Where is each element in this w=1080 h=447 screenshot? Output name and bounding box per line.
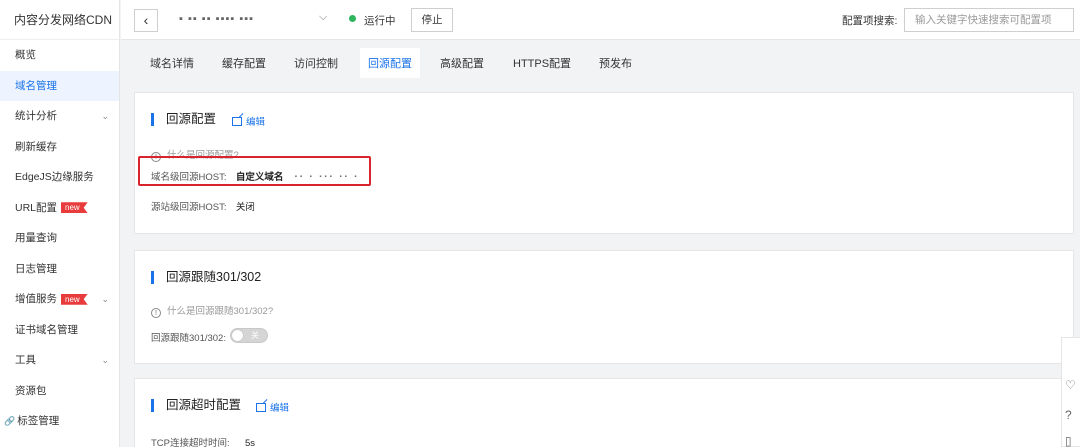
new-badge: new — [61, 202, 88, 214]
sidebar-item-label: 增值服务 — [15, 293, 57, 305]
chevron-left-icon: ‹ — [143, 12, 149, 28]
sidebar-item-label: 用量查询 — [15, 232, 57, 244]
sidebar-item-resource-package[interactable]: 资源包 — [0, 376, 119, 407]
heart-icon[interactable]: ♡ — [1065, 378, 1076, 392]
sidebar-item-refresh-cache[interactable]: 刷新缓存 — [0, 132, 119, 163]
sidebar-item-label: 证书域名管理 — [15, 323, 78, 336]
domain-selector[interactable]: ▪ ▪▪ ▪▪ ▪▪▪▪ ▪▪▪ — [179, 13, 254, 25]
sidebar-item-value-added[interactable]: 增值服务 new ⌄ — [0, 284, 119, 315]
search-input[interactable] — [904, 8, 1074, 32]
sidebar-nav: 概览 域名管理 统计分析 ⌄ 刷新缓存 EdgeJS边缘服务 URL配置 new 用量查询 日志管… — [0, 40, 119, 437]
search-label: 配置项搜索: — [842, 15, 898, 27]
sidebar-item-edgejs[interactable]: EdgeJS边缘服务 — [0, 162, 119, 193]
sidebar-item-url-config[interactable]: URL配置 new — [0, 193, 119, 224]
edit-link[interactable]: 编辑 — [232, 114, 265, 128]
sidebar-item-tag-management[interactable]: 🔗 标签管理 — [0, 406, 119, 437]
link-icon: 🔗 — [4, 416, 16, 426]
edit-icon — [232, 117, 242, 126]
sidebar-item-label: 日志管理 — [15, 262, 57, 275]
site-host-value: 关闭 — [235, 202, 255, 213]
back-button[interactable]: ‹ — [134, 9, 158, 32]
tab-https-config[interactable]: HTTPS配置 — [505, 48, 579, 78]
tab-access-control[interactable]: 访问控制 — [286, 48, 346, 78]
toggle-state: 关 — [251, 331, 259, 340]
help-icon[interactable]: ? — [1065, 408, 1072, 422]
tcp-label: TCP连接超时时间: — [151, 438, 230, 447]
document-icon[interactable]: ▯ — [1065, 434, 1072, 447]
edit-link[interactable]: 编辑 — [256, 400, 289, 414]
sidebar-item-label: EdgeJS边缘服务 — [15, 171, 94, 183]
highlight-box — [138, 156, 371, 186]
help-icon: ! — [151, 308, 161, 318]
floating-toolbar: ♡ ? ▯ — [1061, 337, 1080, 447]
sidebar-item-label: 工具 — [15, 354, 36, 366]
chevron-down-icon: ⌄ — [101, 111, 109, 121]
sidebar-item-label: 资源包 — [15, 384, 47, 397]
tab-domain-details[interactable]: 域名详情 — [142, 48, 202, 78]
timeout-config-panel: 回源超时配置 编辑 TCP连接超时时间: 5s — [134, 378, 1074, 447]
tab-pre-release[interactable]: 预发布 — [591, 48, 640, 78]
sidebar-item-tools[interactable]: 工具 ⌄ — [0, 345, 119, 376]
redirect-config-panel: 回源跟随301/302 ! 什么是回源跟随301/302? 回源跟随301/302… — [134, 250, 1074, 364]
section-title: 回源配置 — [151, 113, 216, 126]
sidebar-item-label: URL配置 — [15, 201, 58, 214]
site-host-row: 源站级回源HOST: 关闭 — [151, 199, 255, 213]
chevron-down-icon[interactable]: ⌵ — [319, 11, 327, 24]
redirect-toggle[interactable]: 关 — [230, 328, 268, 343]
edit-icon — [256, 403, 266, 412]
redirect-row: 回源跟随301/302: — [151, 330, 226, 344]
sidebar-item-label: 标签管理 — [17, 415, 60, 427]
redirect-label: 回源跟随301/302: — [151, 333, 226, 344]
sidebar-item-label: 概览 — [15, 49, 36, 61]
tcp-row: TCP连接超时时间: 5s — [151, 435, 255, 447]
section-title: 回源跟随301/302 — [151, 271, 261, 284]
status-text: 运行中 — [364, 15, 396, 27]
sidebar-item-domain-management[interactable]: 域名管理 — [0, 70, 119, 101]
edit-label: 编辑 — [270, 403, 290, 414]
sidebar-item-label: 刷新缓存 — [15, 140, 57, 153]
tab-origin-config[interactable]: 回源配置 — [360, 48, 420, 78]
status-dot-icon — [349, 15, 356, 22]
sidebar-item-overview[interactable]: 概览 — [0, 40, 119, 71]
site-host-label: 源站级回源HOST: — [151, 202, 227, 213]
sidebar-item-usage-query[interactable]: 用量查询 — [0, 223, 119, 254]
sidebar-item-label: 域名管理 — [15, 79, 57, 92]
sidebar-item-statistics[interactable]: 统计分析 ⌄ — [0, 101, 119, 132]
edit-label: 编辑 — [246, 117, 266, 128]
top-bar: ‹ ▪ ▪▪ ▪▪ ▪▪▪▪ ▪▪▪ ⌵ 运行中 停止 配置项搜索: — [121, 0, 1080, 40]
new-badge: new — [61, 293, 88, 305]
sidebar-item-log-management[interactable]: 日志管理 — [0, 254, 119, 285]
sidebar: 内容分发网络CDN 概览域名管理统计分析 ⌄ 刷新缓存 EdgeJS边缘服务 URL配置… — [0, 0, 120, 447]
tcp-value: 5s — [244, 438, 256, 447]
config-tabs: 域名详情 缓存配置 访问控制 回源配置 高级配置 HTTPS配置 预发布 — [134, 48, 1074, 78]
toggle-knob — [232, 330, 243, 341]
help-link[interactable]: ! 什么是回源跟随301/302? — [151, 303, 273, 318]
sidebar-item-cert-domain[interactable]: 证书域名管理 — [0, 315, 119, 346]
sidebar-item-label: 统计分析 — [15, 110, 57, 122]
section-title: 回源超时配置 — [151, 399, 241, 412]
brand-title: 内容分发网络CDN — [0, 0, 119, 40]
tab-cache-config[interactable]: 缓存配置 — [214, 48, 274, 78]
chevron-down-icon: ⌄ — [101, 355, 109, 365]
stop-button[interactable]: 停止 — [411, 8, 453, 32]
chevron-down-icon: ⌄ — [101, 294, 109, 304]
help-text: 什么是回源跟随301/302? — [167, 306, 274, 317]
tab-advanced-config[interactable]: 高级配置 — [432, 48, 492, 78]
